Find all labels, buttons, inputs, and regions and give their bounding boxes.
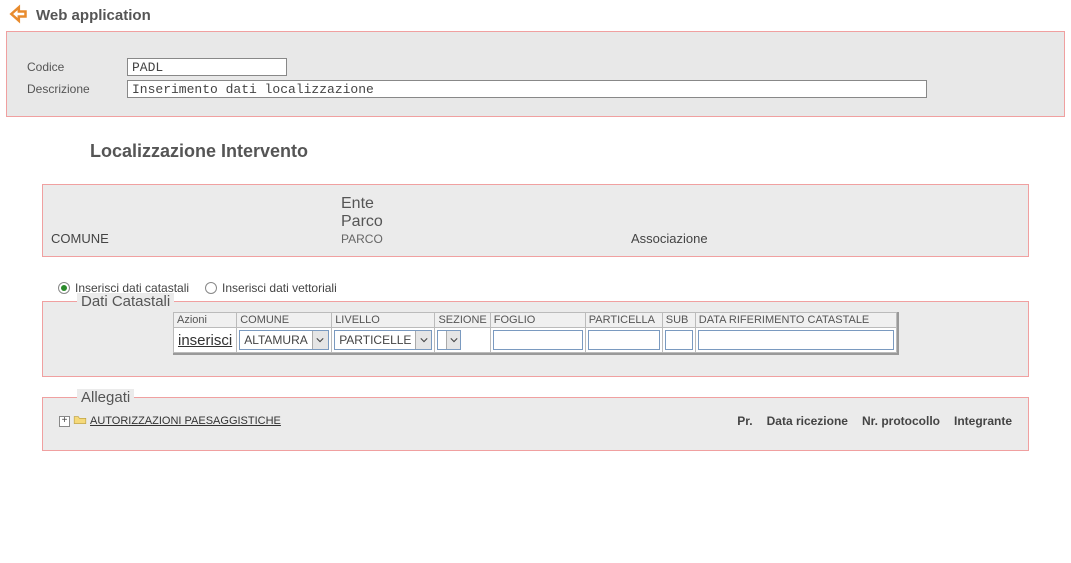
allegato-link[interactable]: AUTORIZZAZIONI PAESAGGISTICHE [90,415,281,427]
dati-catastali-legend: Dati Catastali [77,293,174,310]
back-icon[interactable] [8,4,36,27]
codice-field[interactable]: PADL [127,58,287,76]
col-integrante: Integrante [954,414,1012,428]
col-comune: COMUNE [237,313,332,328]
particella-input[interactable] [588,330,660,350]
allegati-panel: Allegati + AUTORIZZAZIONI PAESAGGISTICHE… [42,397,1029,451]
livello-select-value: PARTICELLE [339,333,411,347]
associazione-header: Associazione [631,231,931,246]
comune-select-value: ALTAMURA [244,333,308,347]
localizzazione-panel: COMUNE Ente Parco PARCO Associazione [42,184,1029,257]
chevron-down-icon [446,331,460,349]
radio-icon [205,282,217,294]
data-rif-input[interactable] [698,330,894,350]
chevron-down-icon [415,331,431,349]
col-azioni: Azioni [174,313,237,328]
ente-line1: Ente [341,195,631,213]
col-pr: Pr. [737,414,752,428]
sezione-select[interactable] [437,330,461,350]
dati-catastali-panel: Dati Catastali Azioni COMUNE LIVELLO SEZ… [42,301,1029,377]
col-sub: SUB [662,313,695,328]
table-row: inserisci ALTAMURA PARTICELLE [174,328,897,353]
col-particella: PARTICELLA [585,313,662,328]
radio-icon [58,282,70,294]
section-heading: Localizzazione Intervento [90,141,1071,162]
col-livello: LIVELLO [332,313,435,328]
radio-vettoriali[interactable]: Inserisci dati vettoriali [205,281,337,295]
ente-line2: Parco [341,213,631,231]
radio-vettoriali-label: Inserisci dati vettoriali [222,281,337,295]
col-data-rif: DATA RIFERIMENTO CATASTALE [695,313,896,328]
col-sezione: SEZIONE [435,313,490,328]
page-title: Web application [36,7,151,24]
folder-icon [73,414,90,428]
comune-select[interactable]: ALTAMURA [239,330,329,350]
info-panel: Codice PADL Descrizione Inserimento dati… [6,31,1065,117]
col-data-ricezione: Data ricezione [767,414,848,428]
tree-expand-icon[interactable]: + [59,416,70,427]
allegati-legend: Allegati [77,389,134,406]
chevron-down-icon [312,331,328,349]
col-foglio: FOGLIO [490,313,585,328]
col-nr-protocollo: Nr. protocollo [862,414,940,428]
livello-select[interactable]: PARTICELLE [334,330,432,350]
comune-header: COMUNE [51,231,341,246]
descrizione-field[interactable]: Inserimento dati localizzazione [127,80,927,98]
inserisci-action[interactable]: inserisci [174,328,237,353]
descrizione-label: Descrizione [27,82,127,96]
codice-label: Codice [27,60,127,74]
catastali-table: Azioni COMUNE LIVELLO SEZIONE FOGLIO PAR… [173,312,897,353]
ente-small: PARCO [341,232,631,246]
foglio-input[interactable] [493,330,583,350]
sub-input[interactable] [665,330,693,350]
